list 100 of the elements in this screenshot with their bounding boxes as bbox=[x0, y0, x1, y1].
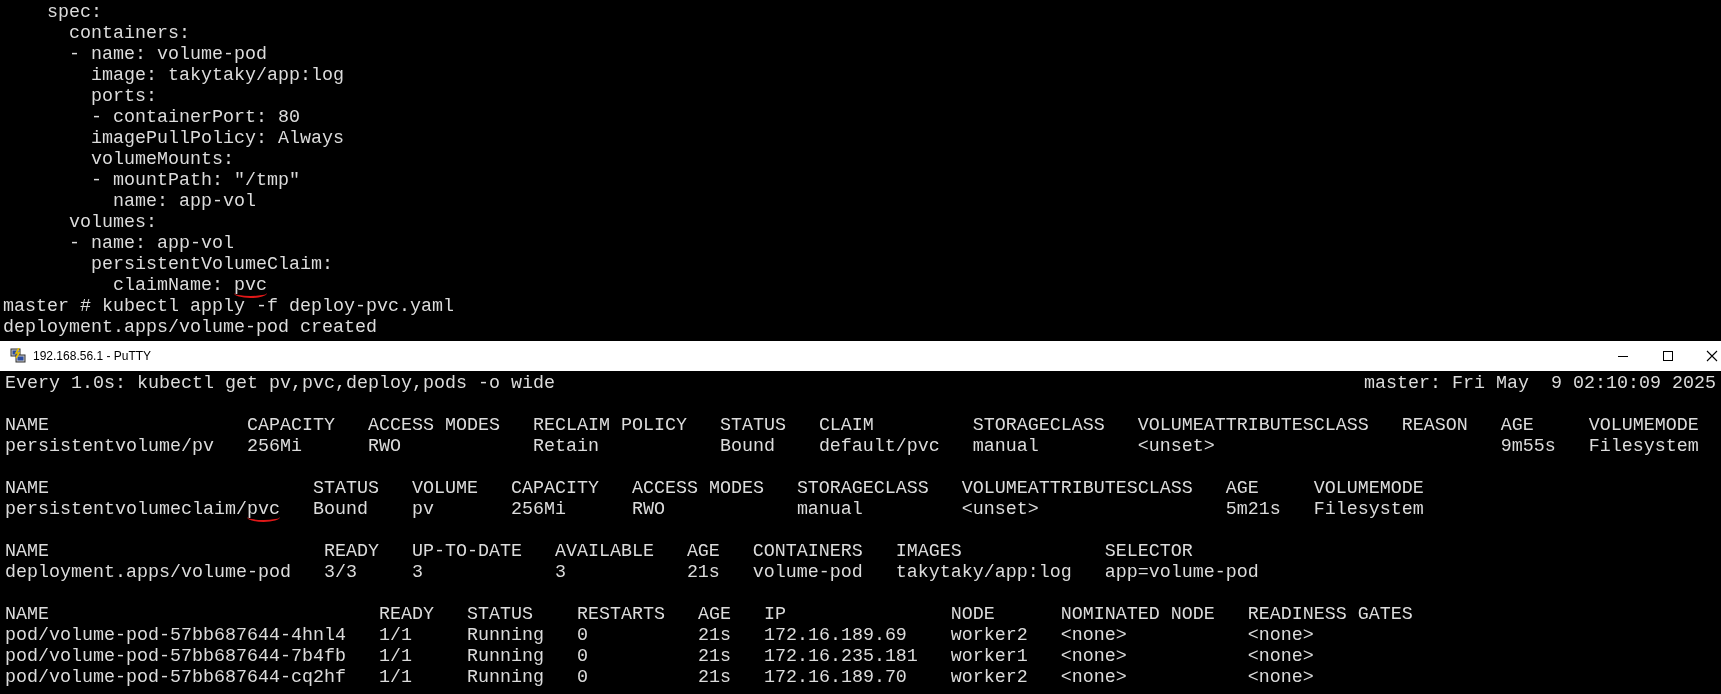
table-cell: RWO bbox=[367, 436, 401, 457]
column-header: VOLUMEATTRIBUTESCLASS bbox=[961, 478, 1193, 499]
table-cell: Bound bbox=[719, 436, 775, 457]
column-header: CLAIM bbox=[818, 415, 874, 436]
column-header: AGE bbox=[1225, 478, 1259, 499]
table-cell: persistentvolume/pv bbox=[5, 436, 214, 457]
table-cell: persistentvolumeclaim/pvc bbox=[5, 499, 280, 520]
window-title: 192.168.56.1 - PuTTY bbox=[33, 349, 153, 363]
table-cell: manual bbox=[972, 436, 1039, 457]
table-cell: pod/volume-pod-57bb687644-7b4fb bbox=[5, 646, 346, 667]
table-cell: 256Mi bbox=[246, 436, 302, 457]
table-cell: 172.16.189.69 bbox=[763, 625, 907, 646]
table-cell: <none> bbox=[1060, 625, 1127, 646]
column-header: AGE bbox=[1500, 415, 1534, 436]
table-cell: RWO bbox=[631, 499, 665, 520]
terminal-line: - name: volume-pod bbox=[68, 44, 267, 65]
table-cell: 3 bbox=[554, 562, 566, 583]
column-header: IP bbox=[763, 604, 786, 625]
column-header: NOMINATED NODE bbox=[1060, 604, 1215, 625]
table-cell: worker2 bbox=[950, 625, 1028, 646]
column-header: NAME bbox=[5, 541, 49, 562]
terminal-line: volumeMounts: bbox=[90, 149, 234, 170]
column-header: RECLAIM POLICY bbox=[532, 415, 687, 436]
table-cell: 21s bbox=[686, 562, 720, 583]
table-cell: 0 bbox=[576, 625, 588, 646]
terminal-line: persistentVolumeClaim: bbox=[90, 254, 333, 275]
column-header: AGE bbox=[686, 541, 720, 562]
column-header: STORAGECLASS bbox=[796, 478, 929, 499]
table-cell: 9m55s bbox=[1500, 436, 1556, 457]
table-cell: pod/volume-pod-57bb687644-4hnl4 bbox=[5, 625, 346, 646]
column-header: REASON bbox=[1401, 415, 1468, 436]
table-cell: Bound bbox=[312, 499, 368, 520]
table-cell: 21s bbox=[697, 667, 731, 688]
close-icon bbox=[1706, 350, 1718, 362]
table-cell: Running bbox=[466, 667, 544, 688]
table-cell: <none> bbox=[1247, 625, 1314, 646]
column-header: STATUS bbox=[719, 415, 786, 436]
table-cell: pv bbox=[411, 499, 434, 520]
table-cell: worker2 bbox=[950, 667, 1028, 688]
table-cell: Retain bbox=[532, 436, 599, 457]
column-header: ACCESS MODES bbox=[367, 415, 500, 436]
column-header: STATUS bbox=[466, 604, 533, 625]
column-header: CAPACITY bbox=[510, 478, 599, 499]
column-header: STORAGECLASS bbox=[972, 415, 1105, 436]
terminal-line: master # kubectl apply -f deploy-pvc.yaml bbox=[3, 296, 454, 317]
table-cell: worker1 bbox=[950, 646, 1028, 667]
column-header: NAME bbox=[5, 415, 49, 436]
table-cell: 256Mi bbox=[510, 499, 566, 520]
table-cell: Filesystem bbox=[1588, 436, 1699, 457]
terminal-line: containers: bbox=[68, 23, 190, 44]
table-cell: <none> bbox=[1247, 667, 1314, 688]
column-header: NAME bbox=[5, 478, 49, 499]
column-header: SELECTOR bbox=[1104, 541, 1193, 562]
terminal-line: deployment.apps/volume-pod created bbox=[3, 317, 377, 338]
table-cell: manual bbox=[796, 499, 863, 520]
table-cell: 3 bbox=[411, 562, 423, 583]
terminal-line: imagePullPolicy: Always bbox=[90, 128, 344, 149]
column-header: RESTARTS bbox=[576, 604, 665, 625]
table-cell: 0 bbox=[576, 646, 588, 667]
column-header: READINESS GATES bbox=[1247, 604, 1413, 625]
terminal-line: name: app-vol bbox=[112, 191, 256, 212]
column-header: ACCESS MODES bbox=[631, 478, 764, 499]
column-header: VOLUMEATTRIBUTESCLASS bbox=[1137, 415, 1369, 436]
column-header: STATUS bbox=[312, 478, 379, 499]
table-cell: takytaky/app:log bbox=[895, 562, 1072, 583]
table-cell: <none> bbox=[1060, 646, 1127, 667]
terminal-line: ports: bbox=[90, 86, 157, 107]
terminal-line: image: takytaky/app:log bbox=[90, 65, 344, 86]
table-cell: 3/3 bbox=[323, 562, 357, 583]
table-cell: <unset> bbox=[1137, 436, 1215, 457]
computer-icon bbox=[10, 348, 26, 364]
table-cell: Filesystem bbox=[1313, 499, 1424, 520]
column-header: IMAGES bbox=[895, 541, 962, 562]
column-header: VOLUME bbox=[411, 478, 478, 499]
column-header: AGE bbox=[697, 604, 731, 625]
column-header: READY bbox=[378, 604, 434, 625]
table-cell: <none> bbox=[1247, 646, 1314, 667]
table-cell: deployment.apps/volume-pod bbox=[5, 562, 291, 583]
table-cell: 0 bbox=[576, 667, 588, 688]
column-header: NODE bbox=[950, 604, 995, 625]
column-header: UP-TO-DATE bbox=[411, 541, 522, 562]
column-header: READY bbox=[323, 541, 379, 562]
table-cell: volume-pod bbox=[752, 562, 863, 583]
column-header: CAPACITY bbox=[246, 415, 335, 436]
terminal-line: - containerPort: 80 bbox=[90, 107, 300, 128]
column-header: VOLUMEMODE bbox=[1313, 478, 1424, 499]
watch-command: Every 1.0s: kubectl get pv,pvc,deploy,pods -o wide bbox=[5, 373, 555, 394]
table-cell: 172.16.189.70 bbox=[763, 667, 907, 688]
terminal-line: spec: bbox=[46, 2, 102, 23]
watch-timestamp: master: Fri May 9 02:10:09 2025 bbox=[1364, 373, 1716, 394]
table-cell: 21s bbox=[697, 625, 731, 646]
terminal-line: - mountPath: "/tmp" bbox=[90, 170, 300, 191]
column-header: NAME bbox=[5, 604, 49, 625]
table-cell: <unset> bbox=[961, 499, 1039, 520]
table-cell: 1/1 bbox=[378, 646, 412, 667]
table-cell: Running bbox=[466, 646, 544, 667]
terminal-line: volumes: bbox=[68, 212, 157, 233]
table-cell: 172.16.235.181 bbox=[763, 646, 918, 667]
table-cell: 5m21s bbox=[1225, 499, 1281, 520]
column-header: CONTAINERS bbox=[752, 541, 863, 562]
